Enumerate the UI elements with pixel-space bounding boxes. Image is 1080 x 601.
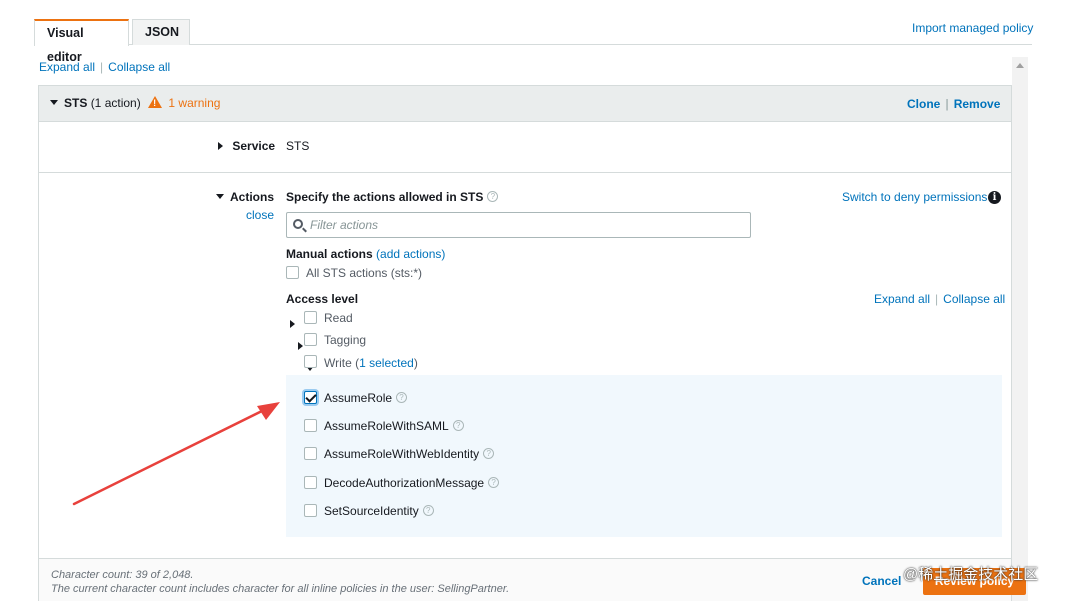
access-level-label: Access level: [286, 292, 359, 306]
character-count-note: The current character count includes cha…: [51, 583, 510, 595]
import-managed-policy-link[interactable]: Import managed policy: [912, 21, 1033, 35]
write-action-item: AssumeRole?: [324, 391, 408, 405]
collapse-all-link[interactable]: Collapse all: [108, 60, 170, 74]
assumerolewithsaml-checkbox[interactable]: [304, 419, 317, 432]
service-label: Service: [232, 139, 276, 153]
action-name: AssumeRoleWithSAML: [324, 419, 449, 433]
header-actions: Clone | Remove: [907, 97, 1000, 111]
cancel-button[interactable]: Cancel: [862, 574, 901, 588]
tagging-checkbox[interactable]: [304, 333, 317, 346]
help-icon[interactable]: ?: [483, 448, 495, 460]
write-checkbox[interactable]: [304, 355, 317, 368]
action-name: SetSourceIdentity: [324, 504, 419, 518]
filter-placeholder: Filter actions: [310, 218, 379, 232]
annotation-arrow-icon: [72, 402, 280, 506]
action-count: (1 action): [90, 96, 141, 110]
warning-icon: !: [148, 95, 163, 108]
clone-link[interactable]: Clone: [907, 97, 940, 111]
write-selected-link[interactable]: 1 selected: [359, 356, 414, 370]
tab-json[interactable]: JSON: [132, 19, 190, 45]
add-actions-link[interactable]: (add actions): [376, 247, 445, 261]
help-icon[interactable]: ?: [452, 420, 464, 432]
action-name: AssumeRole: [324, 391, 393, 405]
read-checkbox[interactable]: [304, 311, 317, 324]
write-label: Write: [324, 356, 352, 370]
actions-label: Actions: [230, 190, 275, 204]
separator: |: [100, 60, 104, 74]
write-action-item: AssumeRoleWithSAML?: [324, 419, 464, 433]
search-icon: [293, 219, 303, 229]
scrollbar[interactable]: [1012, 57, 1028, 601]
action-name: AssumeRoleWithWebIdentity: [324, 447, 480, 461]
help-icon[interactable]: ?: [396, 392, 408, 404]
service-name: STS: [64, 96, 88, 110]
write-action-item: SetSourceIdentity?: [324, 504, 434, 518]
collapse-caret-icon[interactable]: [216, 194, 224, 200]
actions-title-text: Specify the actions allowed in STS: [286, 190, 484, 204]
panel-header-title[interactable]: STS (1 action) ! 1 warning: [50, 95, 220, 110]
character-count: Character count: 39 of 2,048.: [51, 569, 194, 581]
expand-caret-icon[interactable]: [290, 319, 295, 328]
decodeauthorizationmessage-checkbox[interactable]: [304, 476, 317, 489]
collapse-all-link[interactable]: Collapse all: [943, 292, 1005, 306]
access-expand-collapse: Expand all | Collapse all: [874, 292, 1005, 306]
expand-all-link[interactable]: Expand all: [39, 60, 95, 74]
access-level-write: Write (1 selected): [324, 356, 418, 370]
actions-title: Specify the actions allowed in STS?: [286, 190, 499, 204]
expand-all-link[interactable]: Expand all: [874, 292, 930, 306]
scroll-up-arrow-icon[interactable]: [1016, 63, 1024, 68]
access-level-read: Read: [324, 311, 353, 325]
row-divider: [39, 172, 1011, 173]
service-row-label[interactable]: Service: [218, 139, 275, 153]
assumerolewithwebidentity-checkbox[interactable]: [304, 447, 317, 460]
expand-caret-icon[interactable]: [298, 341, 304, 350]
watermark-text: @稀土掘金技术社区: [903, 566, 1039, 583]
help-icon[interactable]: ?: [488, 477, 500, 489]
manual-actions-row: Manual actions (add actions): [286, 247, 445, 261]
remove-link[interactable]: Remove: [954, 97, 1001, 111]
close-link[interactable]: close: [246, 208, 274, 222]
service-value: STS: [286, 139, 310, 153]
separator: |: [945, 97, 949, 111]
top-expand-collapse: Expand all | Collapse all: [39, 60, 170, 74]
access-level-tagging: Tagging: [324, 333, 367, 347]
tab-visual-editor[interactable]: Visual editor: [34, 19, 129, 64]
switch-deny-link[interactable]: Switch to deny permissions: [842, 190, 987, 204]
help-icon[interactable]: ?: [422, 505, 434, 517]
manual-actions-label: Manual actions: [286, 247, 373, 261]
all-actions-checkbox[interactable]: [286, 266, 299, 279]
collapse-caret-icon[interactable]: [50, 100, 58, 106]
info-icon[interactable]: i: [988, 191, 1001, 204]
filter-actions-input[interactable]: Filter actions: [286, 212, 751, 238]
separator: |: [935, 292, 939, 306]
setsourceidentity-checkbox[interactable]: [304, 504, 317, 517]
actions-row-label[interactable]: Actions: [216, 190, 274, 204]
expand-caret-icon[interactable]: [218, 141, 223, 150]
switch-deny-row: Switch to deny permissions: [842, 190, 987, 204]
write-action-item: AssumeRoleWithWebIdentity?: [324, 447, 495, 461]
write-action-item: DecodeAuthorizationMessage?: [324, 476, 500, 490]
warning-text[interactable]: 1 warning: [168, 96, 220, 110]
action-name: DecodeAuthorizationMessage: [324, 476, 485, 490]
help-icon[interactable]: ?: [487, 191, 499, 203]
all-actions-label: All STS actions (sts:*): [306, 266, 423, 280]
assumerole-checkbox[interactable]: [304, 391, 317, 404]
